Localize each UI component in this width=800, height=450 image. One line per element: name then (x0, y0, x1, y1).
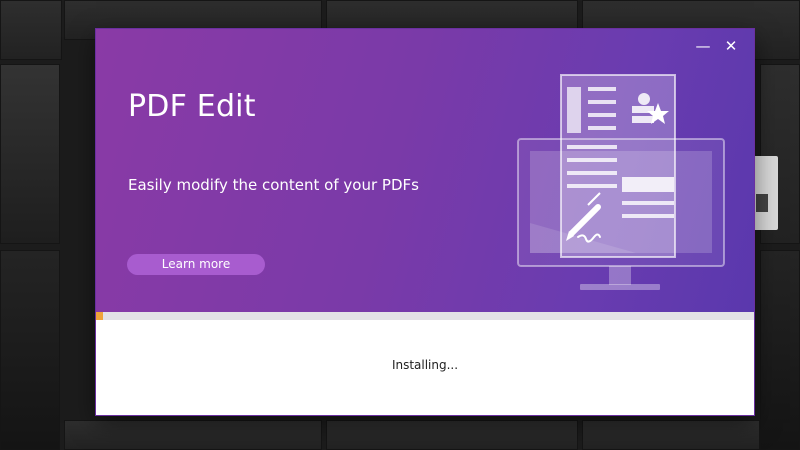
promo-banner: — ✕ PDF Edit Easily modify the content o… (96, 29, 754, 312)
document-line (567, 171, 617, 175)
app-tagline: Easily modify the content of your PDFs (128, 176, 419, 194)
background-side-button (752, 156, 778, 230)
document-line (622, 214, 674, 218)
installer-window: — ✕ PDF Edit Easily modify the content o… (96, 29, 754, 415)
install-progress-fill (96, 312, 103, 320)
background-tile (326, 420, 578, 450)
monitor-stand (580, 284, 660, 290)
learn-more-button[interactable]: Learn more (127, 254, 265, 275)
background-tile (0, 64, 60, 244)
document-line (567, 158, 617, 162)
background-tile (0, 0, 62, 60)
document-line (567, 184, 617, 188)
app-title: PDF Edit (128, 89, 256, 124)
document-image-block (567, 87, 581, 133)
document-line (588, 113, 616, 117)
status-area: Installing... (96, 320, 754, 415)
background-tile (582, 420, 760, 450)
install-progress-bar (96, 312, 754, 320)
document-line (588, 126, 616, 130)
close-button[interactable]: ✕ (722, 37, 740, 55)
minimize-button[interactable]: — (694, 37, 712, 55)
document-line (567, 145, 617, 149)
stamp-icon (632, 116, 654, 123)
document-line (622, 201, 674, 205)
window-controls: — ✕ (694, 37, 740, 55)
stamp-icon (638, 93, 650, 105)
highlighted-field (622, 177, 674, 192)
pdf-edit-illustration (517, 74, 725, 290)
document-line (588, 87, 616, 91)
background-tile (0, 250, 60, 450)
background-tile (64, 420, 322, 450)
monitor-neck (609, 266, 631, 285)
install-status-text: Installing... (391, 358, 459, 372)
background-tile (760, 250, 800, 450)
document-line (588, 100, 616, 104)
